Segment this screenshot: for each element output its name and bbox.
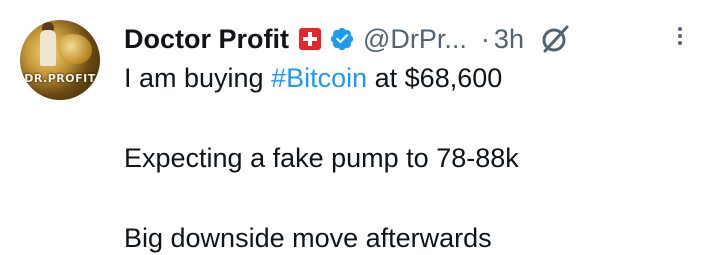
display-name[interactable]: Doctor Profit bbox=[124, 24, 289, 55]
tweet-text-part: at $68,600 bbox=[367, 63, 503, 93]
grok-icon[interactable] bbox=[540, 24, 570, 54]
tweet-text-part: I am buying bbox=[124, 63, 272, 93]
tweet-header: Doctor Profit @DrPr... · 3h bbox=[124, 22, 570, 56]
avatar-person-body bbox=[40, 30, 56, 66]
tweet[interactable]: DR.PROFIT Doctor Profit @DrPr... · 3h I … bbox=[0, 0, 720, 254]
tweet-line-3: Big downside move afterwards bbox=[124, 223, 492, 253]
verified-badge-icon[interactable] bbox=[329, 26, 355, 52]
tweet-line-2: Expecting a fake pump to 78-88k bbox=[124, 143, 519, 173]
tweet-line-1: I am buying #Bitcoin at $68,600 bbox=[124, 61, 502, 95]
avatar[interactable]: DR.PROFIT bbox=[20, 20, 100, 100]
tweet-timestamp[interactable]: 3h bbox=[494, 24, 524, 55]
avatar-bull-graphic bbox=[58, 34, 92, 64]
avatar-logo-text: DR.PROFIT bbox=[24, 72, 96, 85]
meta-separator: · bbox=[480, 23, 490, 54]
user-handle[interactable]: @DrPr... bbox=[363, 24, 467, 55]
more-options-icon[interactable] bbox=[672, 24, 688, 54]
hashtag-link[interactable]: #Bitcoin bbox=[271, 63, 367, 93]
switzerland-flag-icon bbox=[299, 28, 321, 50]
